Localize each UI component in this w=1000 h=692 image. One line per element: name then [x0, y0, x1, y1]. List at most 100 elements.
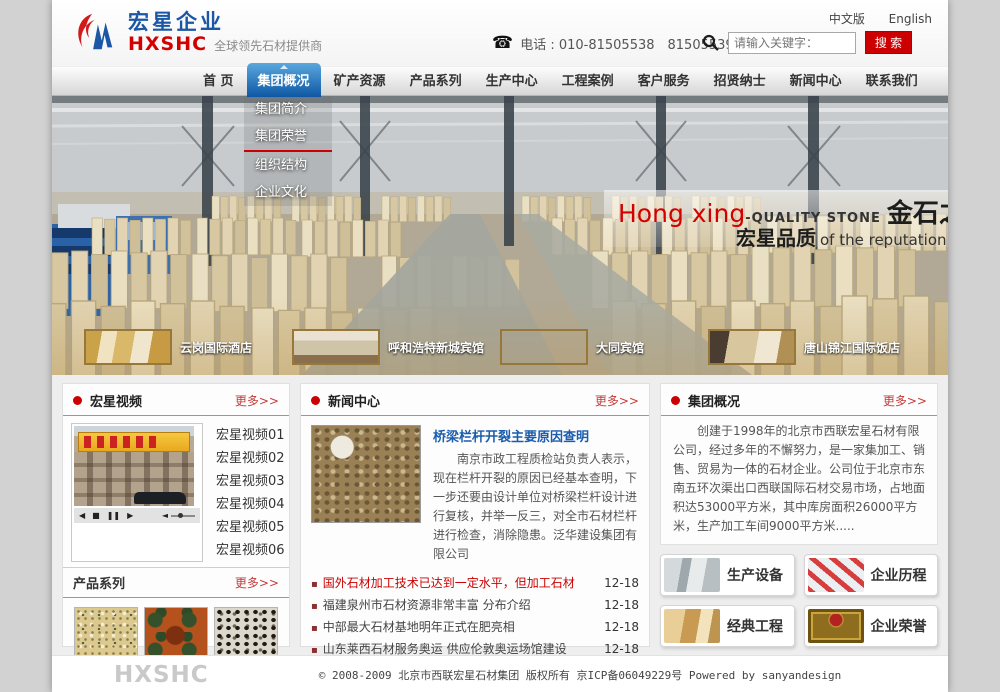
play-icon[interactable]: ▶	[127, 508, 133, 523]
volume-knob[interactable]	[178, 513, 183, 518]
shortcut-production-equipment[interactable]: 生产设备	[660, 554, 795, 596]
about-text: 创建于1998年的北京市西联宏星石材有限公司，经过多年的不懈努力，是一家集加工、…	[661, 416, 937, 544]
lang-english-link[interactable]: English	[889, 12, 932, 26]
project-label: 大同宾馆	[596, 339, 644, 356]
equipment-image	[664, 558, 720, 592]
nav-item-production-center[interactable]: 生产中心	[475, 67, 549, 97]
project-strip: 云岗国际酒店 呼和浩特新城宾馆 大同宾馆 唐山锦江国际饭店	[52, 324, 948, 370]
featured-news-title[interactable]: 桥梁栏杆开裂主要原因查明	[433, 426, 639, 445]
project-item-datong-hotel[interactable]: 大同宾馆	[500, 329, 708, 365]
project-item-yungang-hotel[interactable]: 云岗国际酒店	[84, 329, 292, 365]
main-nav: 首 页 集团概况 矿产资源 产品系列 生产中心 工程案例 客户服务 招贤纳士 新…	[52, 66, 948, 96]
project-item-tangshan-hotel[interactable]: 唐山锦江国际饭店	[708, 329, 916, 365]
volume-slider[interactable]	[171, 515, 195, 517]
main-content: 宏星视频 更多>> ◀ ■ ❚❚ ▶	[52, 375, 948, 655]
classic-project-image	[664, 609, 720, 643]
video-more-link[interactable]: 更多>>	[235, 392, 279, 409]
search-button[interactable]: 搜 索	[865, 31, 912, 54]
company-abbr: HXSHC	[128, 35, 207, 55]
project-item-hohhot-hotel[interactable]: 呼和浩特新城宾馆	[292, 329, 500, 365]
section-bullet-icon	[73, 396, 82, 405]
phone-block: ☎ 电话 : 010-81505538 81505539	[492, 33, 734, 53]
slogan-tail-en: of the reputation of	[820, 231, 948, 249]
shortcut-company-honor[interactable]: 企业荣誉	[804, 605, 939, 647]
footer-logo: HXSHC	[114, 662, 209, 688]
honor-plaque-image	[808, 609, 864, 643]
about-more-link[interactable]: 更多>>	[883, 392, 927, 409]
shortcut-label: 生产设备	[727, 565, 783, 585]
hero-banner: 集团简介 集团荣誉 组织结构 企业文化 Hong xing-QUALITY ST…	[52, 96, 948, 375]
news-section-title: 新闻中心	[328, 391, 595, 410]
submenu-item-group-honor[interactable]: 集团荣誉	[244, 123, 332, 152]
featured-news-excerpt: 南京市政工程质检站负责人表示，现在栏杆开裂的原因已经基本查明，下一步还要由设计单…	[433, 450, 639, 564]
copyright-text: © 2008-2009 北京市西联宏星石材集团 版权所有 京ICP备060492…	[212, 667, 948, 683]
products-section-title: 产品系列	[73, 573, 235, 592]
lang-chinese-link[interactable]: 中文版	[829, 12, 865, 26]
about-section-title: 集团概况	[688, 391, 883, 410]
slogan-brand-en: Hong xing	[618, 199, 745, 228]
pause-icon[interactable]: ❚❚	[107, 508, 120, 523]
hero-slogan: Hong xing-QUALITY STONE金石之誉 宏星品质of the r…	[604, 190, 948, 247]
company-name-cn: 宏星企业	[128, 11, 322, 33]
nav-item-news-center[interactable]: 新闻中心	[779, 67, 853, 97]
video-list-item[interactable]: 宏星视频05	[216, 516, 285, 539]
volume-icon: ◄	[162, 511, 168, 520]
project-thumbnail	[292, 329, 380, 365]
submenu-item-group-intro[interactable]: 集团简介	[244, 96, 332, 123]
news-list-item[interactable]: 国外石材加工技术已达到一定水平，但加工石材12-18	[311, 573, 639, 595]
products-more-link[interactable]: 更多>>	[235, 574, 279, 591]
video-list: 宏星视频01 宏星视频02 宏星视频03 宏星视频04 宏星视频05 宏星视频0…	[203, 423, 285, 562]
video-list-item[interactable]: 宏星视频01	[216, 424, 285, 447]
video-list-item[interactable]: 宏星视频03	[216, 470, 285, 493]
player-controls: ◀ ■ ❚❚ ▶ ◄	[74, 508, 200, 523]
nav-item-product-series[interactable]: 产品系列	[399, 67, 473, 97]
video-list-item[interactable]: 宏星视频04	[216, 493, 285, 516]
nav-item-project-cases[interactable]: 工程案例	[551, 67, 625, 97]
phone-icon: ☎	[492, 33, 513, 53]
project-thumbnail	[500, 329, 588, 365]
submenu-item-org-structure[interactable]: 组织结构	[244, 152, 332, 179]
shortcut-label: 企业历程	[871, 565, 927, 585]
nav-item-customer-service[interactable]: 客户服务	[627, 67, 701, 97]
submenu-item-corp-culture[interactable]: 企业文化	[244, 179, 332, 206]
project-label: 呼和浩特新城宾馆	[388, 339, 484, 356]
search-bar: 搜 索	[702, 31, 912, 54]
search-input[interactable]	[728, 32, 856, 54]
about-panel: 集团概况 更多>> 创建于1998年的北京市西联宏星石材有限公司，经过多年的不懈…	[660, 383, 938, 545]
section-bullet-icon	[671, 396, 680, 405]
slogan-brand-cn: 宏星品质	[736, 226, 816, 250]
news-date: 12-18	[604, 595, 639, 617]
video-thumbnail	[74, 426, 194, 506]
news-list-item[interactable]: 福建泉州市石材资源非常丰富 分布介绍12-18	[311, 595, 639, 617]
nav-item-recruitment[interactable]: 招贤纳士	[703, 67, 777, 97]
company-logo-icon	[72, 11, 120, 55]
shortcut-label: 经典工程	[727, 616, 783, 636]
volume-control: ◄	[162, 511, 195, 520]
news-list-item[interactable]: 中部最大石材基地明年正式在肥亮相12-18	[311, 617, 639, 639]
history-image	[808, 558, 864, 592]
footer: HXSHC © 2008-2009 北京市西联宏星石材集团 版权所有 京ICP备…	[52, 655, 948, 692]
page: 宏星企业 HXSHC 全球领先石材提供商 中文版 English ☎ 电话 : …	[52, 0, 948, 692]
video-list-item[interactable]: 宏星视频02	[216, 447, 285, 470]
project-label: 唐山锦江国际饭店	[804, 339, 900, 356]
project-thumbnail	[708, 329, 796, 365]
search-icon	[702, 34, 719, 51]
nav-item-group-overview[interactable]: 集团概况	[247, 63, 321, 97]
rewind-icon[interactable]: ◀	[79, 508, 85, 523]
shortcut-company-history[interactable]: 企业历程	[804, 554, 939, 596]
project-label: 云岗国际酒店	[180, 339, 252, 356]
shortcut-classic-projects[interactable]: 经典工程	[660, 605, 795, 647]
news-more-link[interactable]: 更多>>	[595, 392, 639, 409]
video-section-title: 宏星视频	[90, 391, 235, 410]
video-player[interactable]: ◀ ■ ❚❚ ▶ ◄	[71, 423, 203, 562]
company-logo[interactable]: 宏星企业 HXSHC 全球领先石材提供商	[72, 11, 322, 55]
nav-item-mineral-resources[interactable]: 矿产资源	[323, 67, 397, 97]
shortcut-grid: 生产设备 企业历程 经典工程 企业荣誉	[660, 554, 938, 647]
nav-item-contact-us[interactable]: 联系我们	[855, 67, 929, 97]
stop-icon[interactable]: ■	[92, 508, 100, 523]
nav-item-home[interactable]: 首 页	[192, 67, 245, 97]
video-list-item[interactable]: 宏星视频06	[216, 539, 285, 562]
logo-text: 宏星企业 HXSHC 全球领先石材提供商	[128, 11, 322, 55]
shortcut-label: 企业荣誉	[871, 616, 927, 636]
news-date: 12-18	[604, 617, 639, 639]
